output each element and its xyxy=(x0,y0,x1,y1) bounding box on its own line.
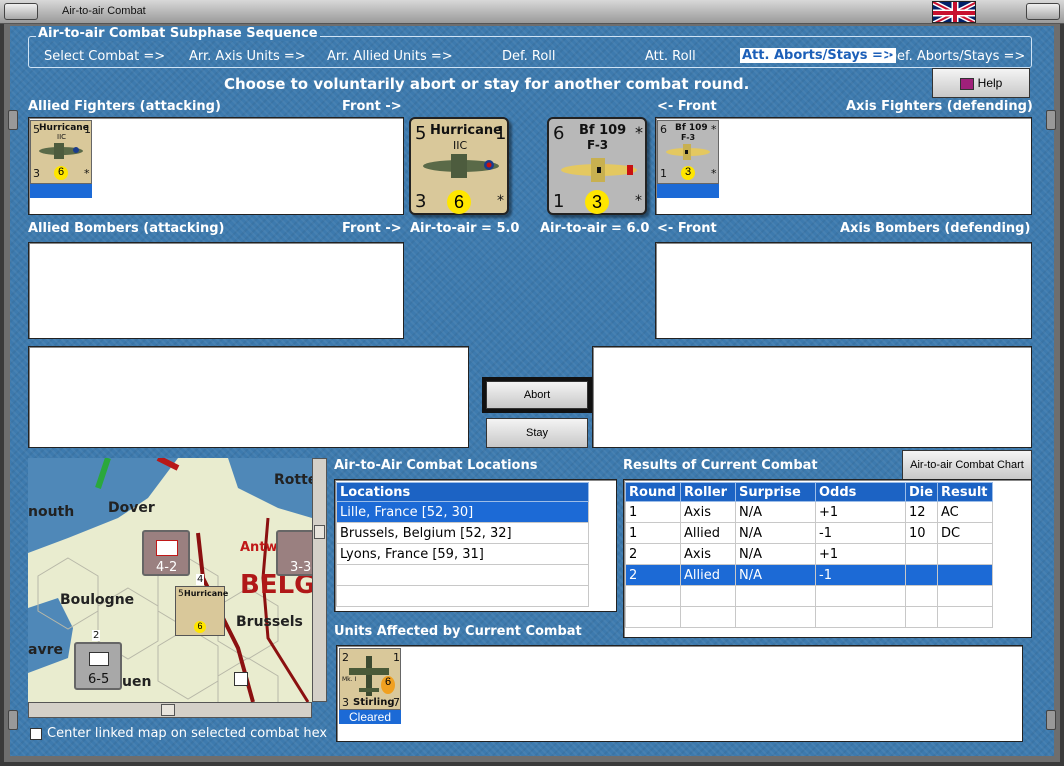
units-affected-panel[interactable]: 2 1 Mk. I 6 3 Stirling 7 Cleared xyxy=(336,645,1023,742)
center-map-label: Center linked map on selected combat hex xyxy=(47,726,328,741)
sequence-step: Select Combat => xyxy=(44,49,166,64)
abort-button[interactable]: Abort xyxy=(486,381,588,409)
table-row[interactable]: 1 Allied N/A -1 10 DC xyxy=(625,522,993,544)
locations-header[interactable]: Locations xyxy=(336,482,589,502)
sequence-step: Att. Roll xyxy=(645,49,696,64)
location-row[interactable] xyxy=(336,564,589,586)
column-header[interactable]: Result xyxy=(937,482,993,502)
infantry-icon xyxy=(156,540,178,556)
instruction-text: Choose to voluntarily abort or stay for … xyxy=(224,75,750,93)
left-resize-handle[interactable] xyxy=(8,710,18,730)
table-row[interactable]: 2 Allied N/A -1 xyxy=(625,564,993,586)
allied-fighters-panel[interactable]: 5 Hurricane 1 IIC 3 6 * xyxy=(28,117,404,215)
axis-bombers-panel[interactable] xyxy=(655,242,1032,339)
allied-active-unit[interactable]: 5 Hurricane 1 IIC 3 6 * xyxy=(409,117,509,215)
axis-info-panel xyxy=(592,346,1032,448)
results-table[interactable]: Round Roller Surprise Odds Die Result 1A… xyxy=(623,479,1032,638)
window-title: Air-to-air Combat xyxy=(62,5,146,17)
allied-bombers-panel[interactable] xyxy=(28,242,404,339)
plane-icon xyxy=(423,154,499,178)
location-row[interactable]: Lyons, France [59, 31] xyxy=(336,543,589,565)
plane-icon xyxy=(666,144,710,160)
sequence-step: Arr. Axis Units => xyxy=(189,49,306,64)
column-header[interactable]: Die xyxy=(905,482,938,502)
plane-icon xyxy=(561,158,637,182)
map-label: Antw xyxy=(240,540,278,555)
table-row[interactable]: 2 Axis N/A +1 xyxy=(625,543,993,565)
column-header[interactable]: Roller xyxy=(680,482,736,502)
map-label: avre xyxy=(28,642,63,658)
map-label: Dover xyxy=(108,500,155,516)
map-unit[interactable]: 4-2 xyxy=(142,530,190,576)
map-label: uen xyxy=(122,674,152,690)
fortress-icon xyxy=(234,672,248,686)
affected-unit-stirling[interactable]: 2 1 Mk. I 6 3 Stirling 7 Cleared xyxy=(339,648,401,724)
map-label: Boulogne xyxy=(60,592,135,608)
results-title: Results of Current Combat xyxy=(623,458,818,473)
column-header[interactable]: Surprise xyxy=(735,482,816,502)
close-window-button[interactable] xyxy=(1026,3,1060,20)
scroll-thumb[interactable] xyxy=(161,704,175,716)
front-arrow-label: Front -> xyxy=(342,221,402,236)
location-row[interactable] xyxy=(336,585,589,607)
book-icon xyxy=(959,77,974,90)
sequence-step: Arr. Allied Units => xyxy=(327,49,453,64)
axis-fighters-label: Axis Fighters (defending) xyxy=(846,99,1033,114)
allied-fighters-label: Allied Fighters (attacking) xyxy=(28,99,221,114)
axis-air-to-air-value: Air-to-air = 6.0 xyxy=(540,221,650,236)
right-resize-handle[interactable] xyxy=(1046,110,1056,130)
uk-flag-icon[interactable] xyxy=(932,1,976,23)
units-affected-title: Units Affected by Current Combat xyxy=(334,624,582,639)
map-hurricane-unit[interactable]: 5 Hurricane 6 xyxy=(175,586,228,636)
column-header[interactable]: Round xyxy=(625,482,681,502)
table-row[interactable] xyxy=(625,606,993,628)
title-bar: Air-to-air Combat xyxy=(0,0,1064,24)
sequence-title: Air-to-air Combat Subphase Sequence xyxy=(36,26,320,41)
map-vertical-scrollbar[interactable] xyxy=(312,458,327,702)
table-row[interactable]: 1 Axis N/A +1 12 AC xyxy=(625,501,993,523)
axis-bombers-label: Axis Bombers (defending) xyxy=(840,221,1031,236)
center-map-checkbox[interactable] xyxy=(30,728,42,740)
front-arrow-label: <- Front xyxy=(657,99,717,114)
location-row[interactable]: Lille, France [52, 30] xyxy=(336,501,589,523)
allied-bombers-label: Allied Bombers (attacking) xyxy=(28,221,225,236)
map-label: nouth xyxy=(28,504,75,520)
front-arrow-label: <- Front xyxy=(657,221,717,236)
plane-icon xyxy=(39,143,83,159)
infantry-icon xyxy=(89,652,109,666)
window-menu-button[interactable] xyxy=(4,3,38,20)
sequence-step-active: Att. Aborts/Stays => xyxy=(740,48,896,63)
linked-map[interactable]: Rotterd Dover nouth Antw BELG Boulogne B… xyxy=(28,458,312,702)
scroll-thumb[interactable] xyxy=(314,525,325,539)
allied-air-to-air-value: Air-to-air = 5.0 xyxy=(410,221,520,236)
map-label: Rotterd xyxy=(274,472,312,488)
sequence-step: Def. Roll xyxy=(502,49,556,64)
allied-fighter-unit[interactable]: 5 Hurricane 1 IIC 3 6 * xyxy=(30,120,92,198)
column-header[interactable]: Odds xyxy=(815,482,906,502)
locations-title: Air-to-Air Combat Locations xyxy=(334,458,538,473)
unit-status: Cleared xyxy=(339,710,401,724)
location-row[interactable]: Brussels, Belgium [52, 32] xyxy=(336,522,589,544)
map-horizontal-scrollbar[interactable] xyxy=(28,702,312,718)
map-unit[interactable]: 3-3 xyxy=(276,530,312,576)
air-to-air-combat-chart-button[interactable]: Air-to-air Combat Chart xyxy=(902,450,1032,480)
locations-list[interactable]: Locations Lille, France [52, 30] Brussel… xyxy=(334,479,617,612)
map-label: Brussels xyxy=(236,614,303,630)
value-badge: 6 xyxy=(381,676,395,694)
help-button[interactable]: Help xyxy=(932,68,1030,98)
sequence-step: Def. Aborts/Stays => xyxy=(887,49,1026,64)
stay-button[interactable]: Stay xyxy=(486,418,588,448)
front-arrow-label: Front -> xyxy=(342,99,402,114)
axis-fighters-panel[interactable]: 6 Bf 109 * F-3 1 3 * xyxy=(655,117,1032,215)
allied-info-panel xyxy=(28,346,469,448)
axis-fighter-unit[interactable]: 6 Bf 109 * F-3 1 3 * xyxy=(657,120,719,198)
map-unit[interactable]: 6-5 xyxy=(74,642,122,690)
left-resize-handle[interactable] xyxy=(8,110,18,130)
axis-active-unit[interactable]: 6 Bf 109 * F-3 1 3 * xyxy=(547,117,647,215)
right-resize-handle[interactable] xyxy=(1046,710,1056,730)
table-row[interactable] xyxy=(625,585,993,607)
